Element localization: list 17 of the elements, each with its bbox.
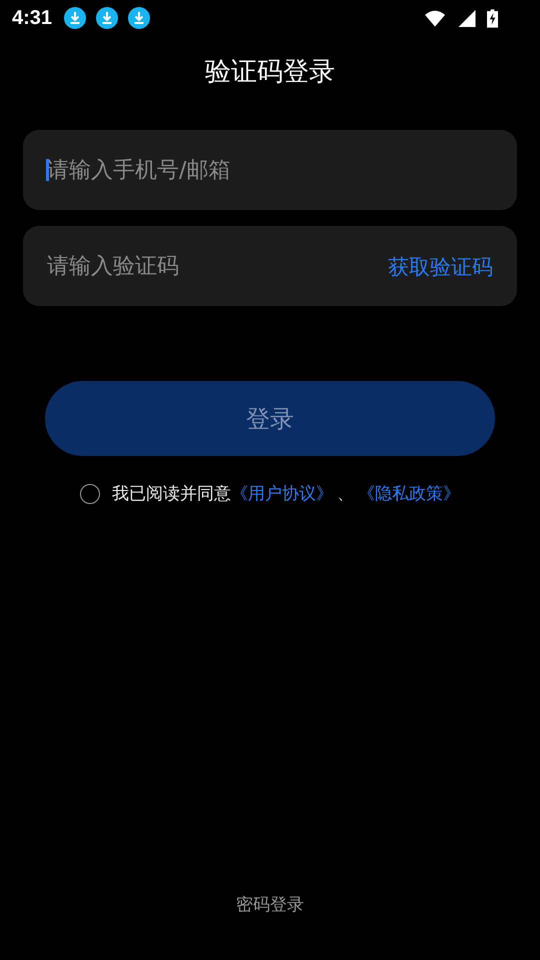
page-title: 验证码登录 bbox=[204, 56, 336, 89]
policy-link[interactable]: 《隐私政策》 bbox=[358, 482, 460, 505]
download-icon bbox=[96, 7, 118, 29]
download-icon bbox=[128, 7, 150, 29]
separator-text: 、 bbox=[337, 483, 354, 505]
agreement-checkbox[interactable] bbox=[80, 484, 100, 504]
battery-icon bbox=[487, 8, 498, 28]
phone-input-field[interactable]: 请输入手机号/邮箱 bbox=[23, 130, 517, 210]
policy-link[interactable]: 《用户协议》 bbox=[231, 482, 333, 505]
agreement-text: 我已阅读并同意 bbox=[112, 483, 231, 505]
status-time: 4:31 bbox=[12, 6, 52, 30]
text-cursor bbox=[46, 159, 49, 181]
wifi-icon bbox=[425, 10, 445, 26]
download-icon bbox=[64, 7, 86, 29]
password-login-link[interactable]: 密码登录 bbox=[236, 893, 304, 916]
get-code-link[interactable]: 获取验证码 bbox=[388, 253, 493, 279]
signal-icon bbox=[457, 10, 477, 26]
